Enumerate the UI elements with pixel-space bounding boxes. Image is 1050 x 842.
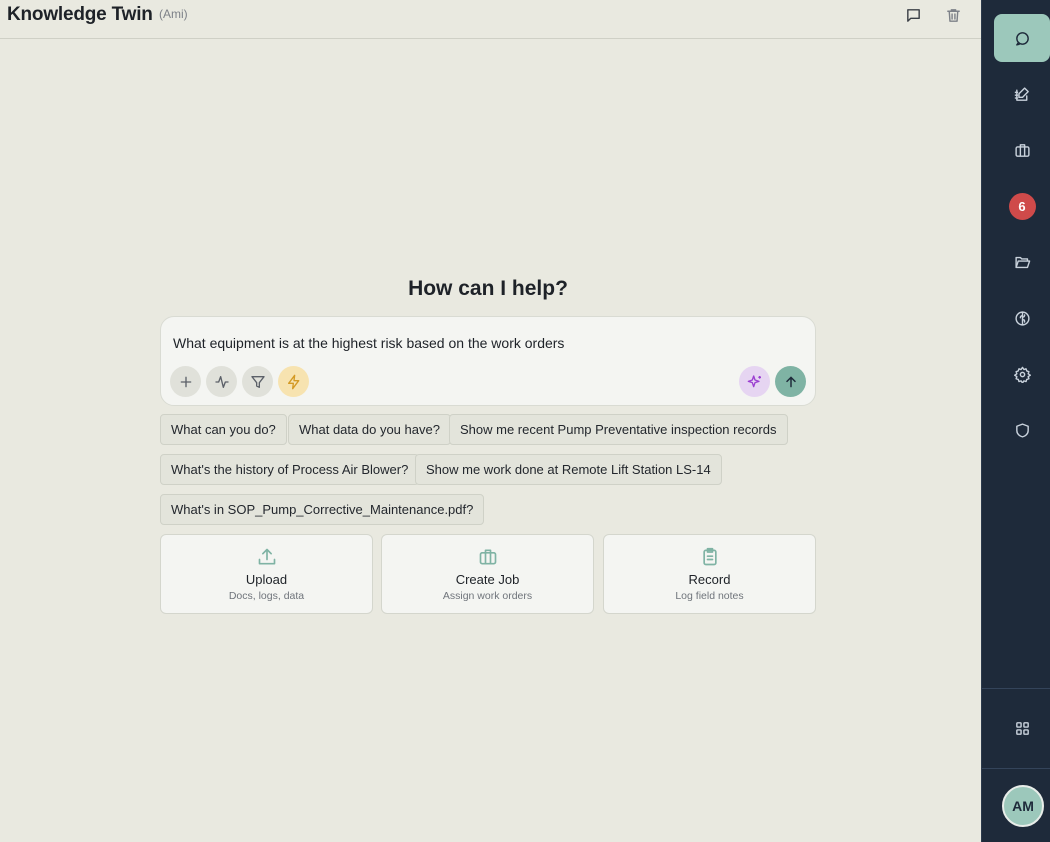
- record-card[interactable]: Record Log field notes: [603, 534, 816, 614]
- card-subtitle: Assign work orders: [442, 590, 533, 602]
- trash-icon[interactable]: [942, 4, 964, 26]
- chat-icon: [1015, 31, 1029, 46]
- activity-icon[interactable]: [206, 366, 237, 397]
- sidebar-item-notes[interactable]: [994, 70, 1050, 118]
- card-title: Create Job: [455, 572, 520, 587]
- agent-name: (Ami): [159, 7, 188, 21]
- gear-icon: [1013, 366, 1031, 383]
- sidebar-item-files[interactable]: [994, 238, 1050, 286]
- lightning-icon[interactable]: [278, 366, 309, 397]
- briefcase-icon: [382, 547, 593, 567]
- card-subtitle: Docs, logs, data: [228, 590, 305, 602]
- shield-icon: [1015, 422, 1029, 438]
- sidebar-item-jobs[interactable]: [994, 126, 1050, 174]
- chat-input[interactable]: [173, 335, 793, 351]
- plus-icon[interactable]: [170, 366, 201, 397]
- edit-note-icon: [1014, 86, 1029, 101]
- card-title: Upload: [245, 572, 288, 587]
- clipboard-icon: [604, 547, 815, 567]
- sidebar-item-apps[interactable]: [994, 704, 1050, 752]
- sidebar-item-notifications[interactable]: 6: [994, 182, 1050, 230]
- upload-card[interactable]: Upload Docs, logs, data: [160, 534, 373, 614]
- send-arrow-icon[interactable]: [775, 366, 806, 397]
- sidebar-item-security[interactable]: [994, 406, 1050, 454]
- top-bar: Knowledge Twin (Ami): [0, 0, 981, 39]
- create-job-card[interactable]: Create Job Assign work orders: [381, 534, 594, 614]
- app-title: Knowledge Twin: [7, 4, 153, 25]
- suggestion-chip[interactable]: What's the history of Process Air Blower…: [160, 454, 420, 485]
- suggestion-chip[interactable]: What's in SOP_Pump_Corrective_Maintenanc…: [160, 494, 485, 525]
- briefcase-icon: [1014, 143, 1030, 157]
- chat-bubble-icon[interactable]: [902, 4, 924, 26]
- sidebar-item-chat[interactable]: [994, 14, 1050, 62]
- card-subtitle: Log field notes: [675, 590, 744, 602]
- main-area: Knowledge Twin (Ami) How can I help? Wha…: [0, 0, 981, 842]
- suggestion-chip[interactable]: Show me work done at Remote Lift Station…: [415, 454, 722, 485]
- filter-icon[interactable]: [242, 366, 273, 397]
- right-sidebar: 6 AM: [981, 0, 1050, 842]
- upload-icon: [161, 547, 372, 567]
- grid-icon: [1015, 721, 1029, 735]
- page-heading: How can I help?: [408, 277, 568, 300]
- brain-icon: [1014, 310, 1030, 326]
- sidebar-divider: [982, 688, 1050, 689]
- chat-composer: [160, 316, 816, 406]
- folder-open-icon: [1014, 256, 1030, 268]
- notification-badge: 6: [1008, 192, 1036, 220]
- sidebar-item-knowledge[interactable]: [994, 294, 1050, 342]
- sidebar-divider: [982, 768, 1050, 769]
- suggestion-chip[interactable]: What data do you have?: [288, 414, 451, 445]
- suggestion-chip[interactable]: What can you do?: [160, 414, 287, 445]
- sparkles-icon[interactable]: [739, 366, 770, 397]
- sidebar-item-settings[interactable]: [994, 350, 1050, 398]
- suggestion-chip[interactable]: Show me recent Pump Preventative inspect…: [449, 414, 788, 445]
- card-title: Record: [688, 572, 731, 587]
- user-avatar[interactable]: AM: [1002, 785, 1044, 827]
